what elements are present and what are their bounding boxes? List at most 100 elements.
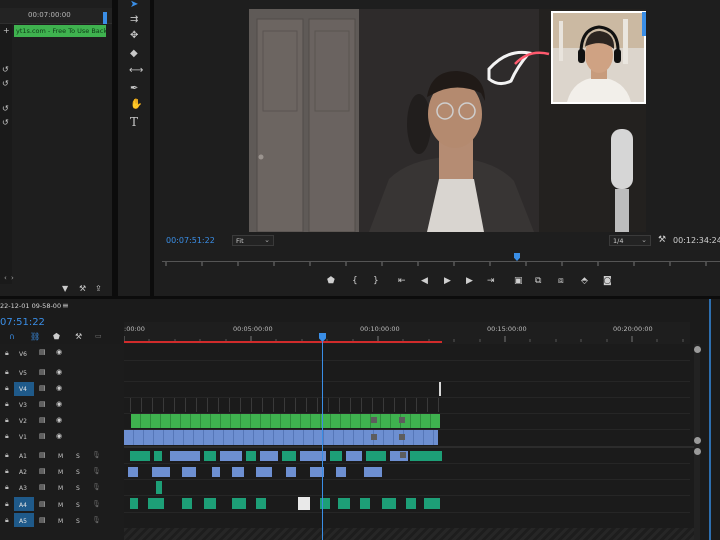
mic-icon-a4[interactable]: 🎙︎ xyxy=(92,500,101,508)
v2-clip-track[interactable] xyxy=(131,414,440,428)
snap-icon[interactable]: ∩ xyxy=(9,332,15,341)
a2-audio-clips[interactable] xyxy=(124,465,442,479)
v3-clip-marks[interactable] xyxy=(130,398,442,412)
export-icon-source[interactable]: ⇪ xyxy=(95,284,102,293)
track-name-v1[interactable]: V1 xyxy=(19,434,27,441)
sync-icon-2[interactable]: ↺ xyxy=(2,79,9,88)
source-scroll-arrow-left[interactable]: ‹ xyxy=(4,274,7,282)
lift-icon[interactable]: ⧈ xyxy=(558,277,564,286)
sync-lock-icon-v4[interactable]: ▤ xyxy=(39,384,46,392)
type-tool-icon[interactable]: T xyxy=(130,116,138,128)
solo-button-a2[interactable]: S xyxy=(76,469,80,476)
go-to-in-icon[interactable]: ⇤ xyxy=(398,277,406,286)
eye-icon-v1[interactable]: ◉ xyxy=(56,432,62,440)
extract-icon[interactable]: ⬘ xyxy=(581,277,588,286)
in-out-range-bar[interactable] xyxy=(124,341,442,343)
lock-icon-v6[interactable]: 🔒︎ xyxy=(5,349,9,358)
sync-lock-icon-a5[interactable]: ▤ xyxy=(39,516,46,524)
lock-icon-v4[interactable]: 🔒︎ xyxy=(5,384,9,393)
solo-button-a3[interactable]: S xyxy=(76,485,80,492)
go-to-out-icon[interactable]: ⇥ xyxy=(487,277,495,286)
source-scroll-arrow-right[interactable]: › xyxy=(11,274,14,282)
sync-lock-icon-v1[interactable]: ▤ xyxy=(39,432,46,440)
mic-icon-a2[interactable]: 🎙︎ xyxy=(92,467,101,475)
wrench-icon-source[interactable]: ⚒ xyxy=(79,284,86,293)
hand-tool-icon[interactable]: ✋ xyxy=(130,100,142,110)
ripple-edit-tool-icon[interactable]: ✥ xyxy=(130,31,138,41)
scroll-handle-top[interactable] xyxy=(694,346,701,353)
pen-tool-icon[interactable]: ✒ xyxy=(130,84,138,94)
track-name-a3[interactable]: A3 xyxy=(19,485,27,492)
lock-icon-a5[interactable]: 🔒︎ xyxy=(5,516,9,525)
track-name-v6[interactable]: V6 xyxy=(19,351,27,358)
slip-tool-icon[interactable]: ⟷ xyxy=(129,66,143,76)
sync-lock-icon-v3[interactable]: ▤ xyxy=(39,400,46,408)
track-name-v5[interactable]: V5 xyxy=(19,370,27,377)
webcam-overlay[interactable] xyxy=(551,11,646,104)
program-playhead[interactable] xyxy=(514,253,520,261)
track-name-v4[interactable]: V4 xyxy=(19,386,27,393)
linked-selection-icon[interactable]: ⛓ xyxy=(30,332,40,341)
mark-in-icon[interactable]: { xyxy=(352,277,358,286)
track-name-a2[interactable]: A2 xyxy=(19,469,27,476)
track-name-v3[interactable]: V3 xyxy=(19,402,27,409)
sync-lock-icon-a4[interactable]: ▤ xyxy=(39,500,46,508)
add-track-icon[interactable]: + xyxy=(3,26,10,35)
source-playhead[interactable] xyxy=(103,12,107,24)
sync-lock-icon-a1[interactable]: ▤ xyxy=(39,451,46,459)
a4-audio-clips[interactable] xyxy=(124,496,442,511)
lock-icon-v3[interactable]: 🔒︎ xyxy=(5,400,9,409)
v1-clip-track[interactable] xyxy=(124,430,438,445)
track-name-a1[interactable]: A1 xyxy=(19,453,27,460)
program-settings-icon[interactable]: ⚒ xyxy=(658,235,666,245)
overwrite-icon[interactable]: ⧉ xyxy=(535,277,541,286)
eye-icon-v2[interactable]: ◉ xyxy=(56,416,62,424)
mute-button-a5[interactable]: M xyxy=(58,518,63,525)
track-name-a4[interactable]: A4 xyxy=(19,502,27,509)
sync-icon-1[interactable]: ↺ xyxy=(2,65,9,74)
add-marker-icon[interactable]: ⬟ xyxy=(327,277,335,286)
sync-lock-icon-a3[interactable]: ▤ xyxy=(39,483,46,491)
scroll-handle-bottom[interactable] xyxy=(694,437,701,444)
solo-button-a5[interactable]: S xyxy=(76,518,80,525)
mark-out-icon[interactable]: } xyxy=(373,277,379,286)
mic-icon-a1[interactable]: 🎙︎ xyxy=(92,451,101,459)
lock-icon-a2[interactable]: 🔒︎ xyxy=(5,467,9,476)
lock-icon-v1[interactable]: 🔒︎ xyxy=(5,432,9,441)
sync-lock-icon-v6[interactable]: ▤ xyxy=(39,348,46,356)
solo-button-a1[interactable]: S xyxy=(76,453,80,460)
sequence-menu-icon[interactable]: ≡ xyxy=(62,301,69,310)
mic-icon-a5[interactable]: 🎙︎ xyxy=(92,516,101,524)
mic-icon-a3[interactable]: 🎙︎ xyxy=(92,483,101,491)
mute-button-a1[interactable]: M xyxy=(58,453,63,460)
captions-icon[interactable]: ▭ xyxy=(95,332,102,340)
timeline-settings-icon[interactable]: ⚒ xyxy=(75,332,82,341)
play-icon[interactable]: ▶ xyxy=(444,277,451,286)
lock-icon-a4[interactable]: 🔒︎ xyxy=(5,500,9,509)
solo-button-a4[interactable]: S xyxy=(76,502,80,509)
lock-icon-v5[interactable]: 🔒︎ xyxy=(5,368,9,377)
mute-button-a4[interactable]: M xyxy=(58,502,63,509)
selection-tool-icon[interactable]: ➤ xyxy=(130,0,138,10)
sync-icon-3[interactable]: ↺ xyxy=(2,104,9,113)
mute-button-a3[interactable]: M xyxy=(58,485,63,492)
lock-icon-v2[interactable]: 🔒︎ xyxy=(5,416,9,425)
resolution-dropdown[interactable]: 1/4 ⌄ xyxy=(609,235,651,246)
webcam-handle[interactable] xyxy=(642,12,646,36)
razor-tool-icon[interactable]: ◆ xyxy=(130,49,138,59)
filter-icon[interactable]: ▼ xyxy=(62,284,68,293)
track-name-v2[interactable]: V2 xyxy=(19,418,27,425)
eye-icon-v4[interactable]: ◉ xyxy=(56,384,62,392)
sync-icon-4[interactable]: ↺ xyxy=(2,118,9,127)
scroll-handle-audio[interactable] xyxy=(694,448,701,455)
lock-icon-a1[interactable]: 🔒︎ xyxy=(5,451,9,460)
track-select-tool-icon[interactable]: ⇉ xyxy=(130,15,138,25)
eye-icon-v6[interactable]: ◉ xyxy=(56,348,62,356)
a3-audio-clip[interactable] xyxy=(156,481,162,494)
fit-dropdown[interactable]: Fit ⌄ xyxy=(232,235,274,246)
track-name-a5[interactable]: A5 xyxy=(19,518,27,525)
mute-button-a2[interactable]: M xyxy=(58,469,63,476)
sync-lock-icon-a2[interactable]: ▤ xyxy=(39,467,46,475)
eye-icon-v5[interactable]: ◉ xyxy=(56,368,62,376)
insert-icon[interactable]: ▣ xyxy=(514,277,523,286)
